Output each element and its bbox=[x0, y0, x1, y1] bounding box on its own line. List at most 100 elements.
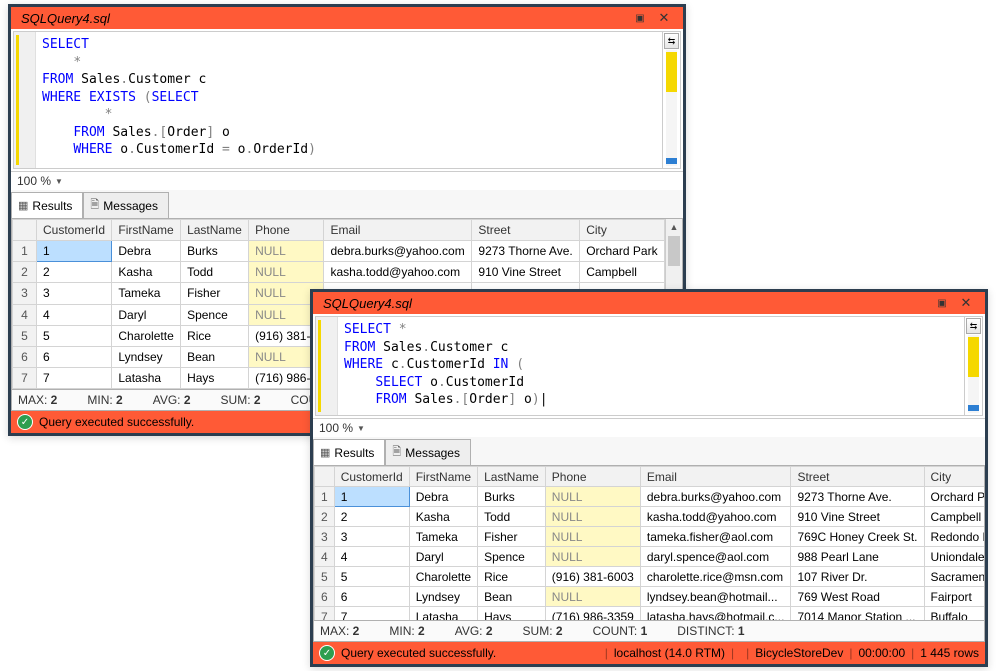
pin-icon[interactable]: ▣ bbox=[933, 298, 951, 309]
sql-code[interactable]: SELECT * FROM Sales.Customer c WHERE EXI… bbox=[36, 32, 662, 168]
column-header[interactable]: Phone bbox=[249, 220, 324, 241]
cell[interactable]: 4 bbox=[37, 304, 112, 325]
table-row[interactable]: 22KashaToddNULLkasha.todd@yahoo.com910 V… bbox=[315, 507, 986, 527]
column-header[interactable]: LastName bbox=[181, 220, 249, 241]
cell[interactable]: (916) 381-6003 bbox=[545, 567, 640, 587]
cell[interactable]: kasha.todd@yahoo.com bbox=[324, 262, 472, 283]
cell[interactable]: NULL bbox=[545, 547, 640, 567]
cell[interactable]: Hays bbox=[478, 607, 546, 622]
cell[interactable]: Spence bbox=[478, 547, 546, 567]
cell[interactable]: NULL bbox=[545, 487, 640, 507]
cell[interactable]: 1 bbox=[37, 241, 112, 262]
cell[interactable]: Campbell bbox=[924, 507, 985, 527]
cell[interactable]: Debra bbox=[409, 487, 477, 507]
cell[interactable]: Lyndsey bbox=[112, 346, 181, 367]
cell[interactable]: 4 bbox=[334, 547, 409, 567]
cell[interactable]: Lyndsey bbox=[409, 587, 477, 607]
sql-code[interactable]: SELECT * FROM Sales.Customer c WHERE c.C… bbox=[338, 317, 964, 415]
tab-results[interactable]: ▦ Results bbox=[313, 439, 385, 465]
cell[interactable]: Daryl bbox=[409, 547, 477, 567]
cell[interactable]: Fisher bbox=[181, 283, 249, 304]
cell[interactable]: Spence bbox=[181, 304, 249, 325]
cell[interactable]: Tameka bbox=[409, 527, 477, 547]
cell[interactable]: Kasha bbox=[112, 262, 181, 283]
cell[interactable]: Redondo Be bbox=[924, 527, 985, 547]
cell[interactable]: 988 Pearl Lane bbox=[791, 547, 924, 567]
cell[interactable]: 910 Vine Street bbox=[791, 507, 924, 527]
zoom-bar[interactable]: 100 % ▼ bbox=[11, 171, 683, 190]
table-row[interactable]: 11DebraBurksNULLdebra.burks@yahoo.com927… bbox=[13, 241, 665, 262]
cell[interactable]: Burks bbox=[478, 487, 546, 507]
table-row[interactable]: 11DebraBurksNULLdebra.burks@yahoo.com927… bbox=[315, 487, 986, 507]
cell[interactable]: Rice bbox=[181, 325, 249, 346]
column-header[interactable]: Email bbox=[324, 220, 472, 241]
table-row[interactable]: 77LatashaHays(716) 986-3359latasha.hays@… bbox=[315, 607, 986, 622]
cell[interactable]: Todd bbox=[181, 262, 249, 283]
table-row[interactable]: 22KashaToddNULLkasha.todd@yahoo.com910 V… bbox=[13, 262, 665, 283]
cell[interactable]: Rice bbox=[478, 567, 546, 587]
tab-messages[interactable]: 🗎 Messages bbox=[385, 439, 471, 465]
cell[interactable]: Burks bbox=[181, 241, 249, 262]
cell[interactable]: 6 bbox=[37, 346, 112, 367]
cell[interactable]: 910 Vine Street bbox=[472, 262, 580, 283]
cell[interactable]: latasha.hays@hotmail.c... bbox=[640, 607, 791, 622]
cell[interactable]: 2 bbox=[334, 507, 409, 527]
cell[interactable]: Latasha bbox=[112, 367, 181, 388]
cell[interactable]: 1 bbox=[334, 487, 409, 507]
cell[interactable]: debra.burks@yahoo.com bbox=[640, 487, 791, 507]
column-header[interactable]: Email bbox=[640, 467, 791, 487]
cell[interactable]: 9273 Thorne Ave. bbox=[472, 241, 580, 262]
cell[interactable]: Daryl bbox=[112, 304, 181, 325]
table-row[interactable]: 44DarylSpenceNULLdaryl.spence@aol.com988… bbox=[315, 547, 986, 567]
cell[interactable]: Orchard Park bbox=[580, 241, 665, 262]
cell[interactable]: Debra bbox=[112, 241, 181, 262]
cell[interactable]: 2 bbox=[37, 262, 112, 283]
cell[interactable]: tameka.fisher@aol.com bbox=[640, 527, 791, 547]
cell[interactable]: Charolette bbox=[409, 567, 477, 587]
cell[interactable]: Tameka bbox=[112, 283, 181, 304]
cell[interactable]: charolette.rice@msn.com bbox=[640, 567, 791, 587]
cell[interactable]: 6 bbox=[334, 587, 409, 607]
chevron-down-icon[interactable]: ▼ bbox=[357, 424, 369, 433]
column-header[interactable]: FirstName bbox=[409, 467, 477, 487]
cell[interactable]: 3 bbox=[334, 527, 409, 547]
column-header[interactable]: LastName bbox=[478, 467, 546, 487]
cell[interactable]: daryl.spence@aol.com bbox=[640, 547, 791, 567]
cell[interactable]: Kasha bbox=[409, 507, 477, 527]
cell[interactable]: Bean bbox=[478, 587, 546, 607]
cell[interactable]: NULL bbox=[249, 262, 324, 283]
pin-icon[interactable]: ▣ bbox=[631, 13, 649, 24]
column-header[interactable]: City bbox=[924, 467, 985, 487]
cell[interactable]: Buffalo bbox=[924, 607, 985, 622]
cell[interactable]: lyndsey.bean@hotmail... bbox=[640, 587, 791, 607]
split-icon[interactable]: ⇆ bbox=[966, 318, 981, 334]
split-icon[interactable]: ⇆ bbox=[664, 33, 679, 49]
tab-messages[interactable]: 🗎 Messages bbox=[83, 192, 169, 218]
column-header[interactable]: CustomerId bbox=[37, 220, 112, 241]
cell[interactable]: Fairport bbox=[924, 587, 985, 607]
table-row[interactable]: 66LyndseyBeanNULLlyndsey.bean@hotmail...… bbox=[315, 587, 986, 607]
cell[interactable]: Uniondale bbox=[924, 547, 985, 567]
cell[interactable]: Sacramento bbox=[924, 567, 985, 587]
chevron-down-icon[interactable]: ▼ bbox=[55, 177, 67, 186]
cell[interactable]: 7 bbox=[334, 607, 409, 622]
cell[interactable]: NULL bbox=[249, 241, 324, 262]
cell[interactable]: 769 West Road bbox=[791, 587, 924, 607]
close-icon[interactable]: ✕ bbox=[655, 10, 673, 26]
column-header[interactable]: Street bbox=[791, 467, 924, 487]
cell[interactable]: kasha.todd@yahoo.com bbox=[640, 507, 791, 527]
column-header[interactable]: Street bbox=[472, 220, 580, 241]
cell[interactable]: Orchard Park bbox=[924, 487, 985, 507]
cell[interactable]: 3 bbox=[37, 283, 112, 304]
cell[interactable]: 9273 Thorne Ave. bbox=[791, 487, 924, 507]
sql-editor[interactable]: SELECT * FROM Sales.Customer c WHERE c.C… bbox=[315, 316, 983, 416]
results-grid[interactable]: CustomerIdFirstNameLastNamePhoneEmailStr… bbox=[314, 466, 985, 621]
cell[interactable]: Campbell bbox=[580, 262, 665, 283]
cell[interactable]: Charolette bbox=[112, 325, 181, 346]
column-header[interactable]: FirstName bbox=[112, 220, 181, 241]
cell[interactable]: 7 bbox=[37, 367, 112, 388]
cell[interactable]: 5 bbox=[37, 325, 112, 346]
cell[interactable]: NULL bbox=[545, 527, 640, 547]
cell[interactable]: Hays bbox=[181, 367, 249, 388]
cell[interactable]: Bean bbox=[181, 346, 249, 367]
